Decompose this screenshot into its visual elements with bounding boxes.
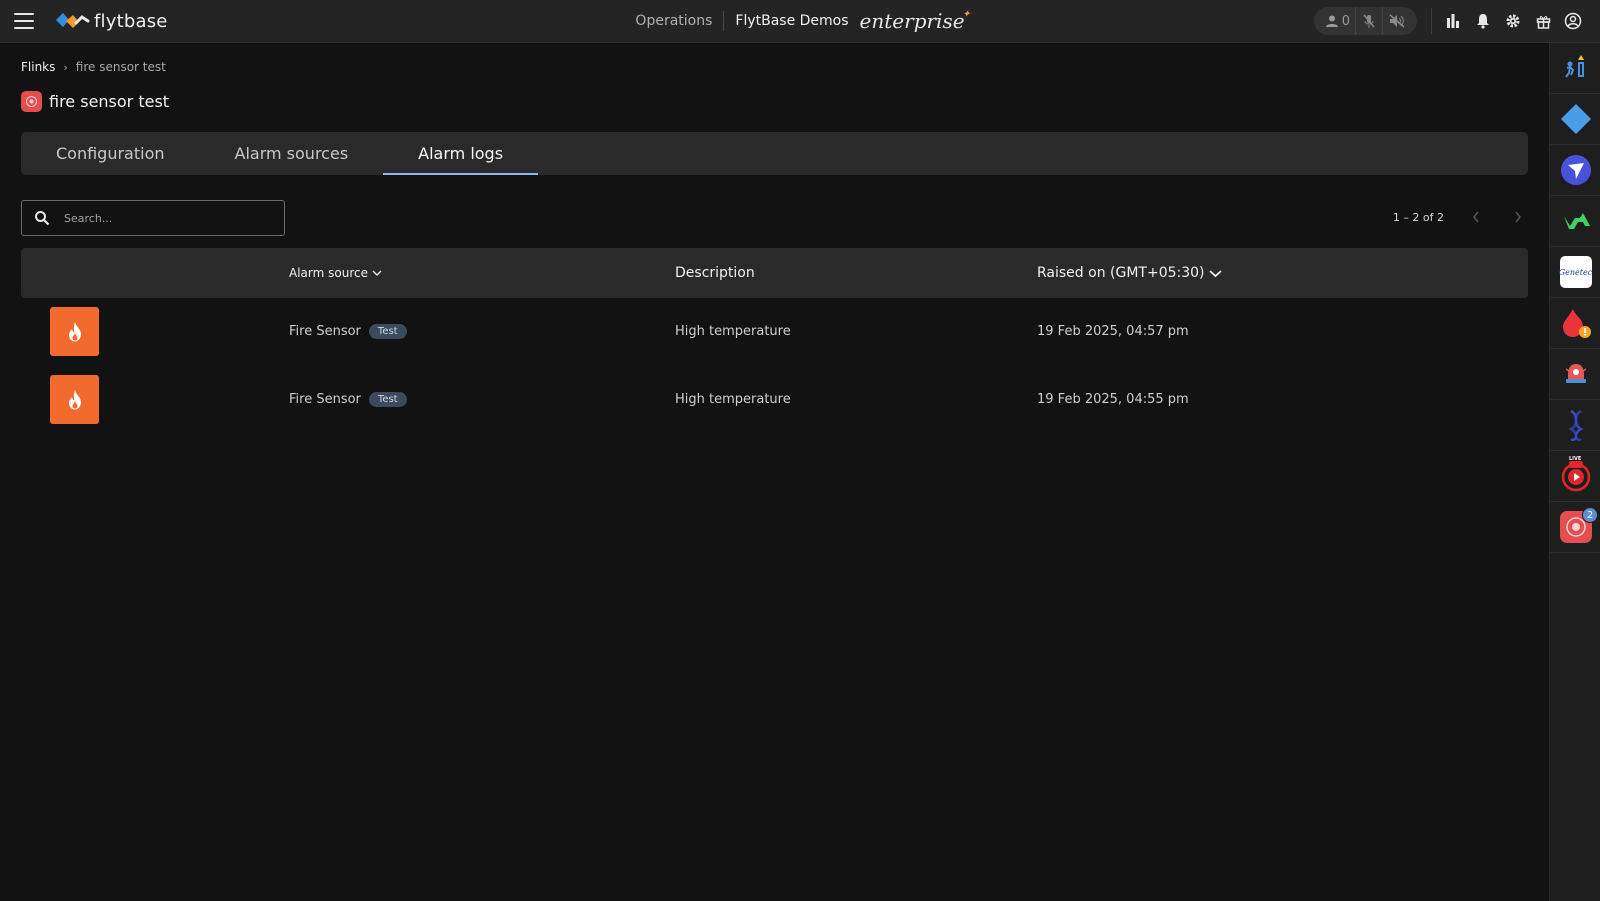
mic-off-icon [1363,14,1375,28]
tab-configuration[interactable]: Configuration [21,132,200,175]
search-icon [22,210,62,226]
column-label: Description [675,265,755,281]
next-page-button[interactable] [1508,206,1528,228]
column-alarm-source[interactable]: Alarm source [289,248,382,298]
rail-genetec-app[interactable]: Genetec [1550,247,1600,298]
table-row[interactable]: Fire Sensor Test High temperature 19 Feb… [21,367,1528,431]
chevron-right-icon: › [63,60,68,74]
alarm-source-cell: Fire Sensor Test [289,299,407,363]
tab-alarm-logs[interactable]: Alarm logs [383,132,538,175]
va-app-icon [1563,213,1590,229]
tab-alarm-sources[interactable]: Alarm sources [200,132,384,175]
active-users[interactable]: 0 [1320,7,1355,35]
search-input[interactable] [64,211,264,225]
speaker-toggle[interactable] [1382,7,1411,35]
rail-send-app[interactable] [1550,145,1600,196]
rail-person-alert[interactable] [1550,43,1600,94]
chevron-left-icon [1473,211,1479,223]
table-row[interactable]: Fire Sensor Test High temperature 19 Feb… [21,299,1528,363]
breadcrumb-root-link[interactable]: Flinks [21,60,55,74]
alarm-bell-app-icon [1565,364,1586,383]
menu-icon[interactable] [14,13,34,29]
diamond-app-icon [1560,104,1591,134]
logo-mark-icon [56,13,90,28]
rail-diamond-app[interactable] [1550,94,1600,145]
description-cell: High temperature [675,323,791,339]
top-actions: 0 [1313,6,1588,36]
description-cell: High temperature [675,391,791,407]
users-count: 0 [1341,13,1350,29]
breadcrumb: Flinks › fire sensor test [21,60,166,74]
live-label: LIVE [1569,456,1582,462]
fire-icon [50,375,99,424]
column-description: Description [675,248,755,298]
dna-app-icon [1568,409,1583,441]
user-icon [1325,15,1338,27]
rail-va-app[interactable] [1550,196,1600,247]
live-stream-app-icon [1561,461,1590,492]
person-alert-icon [1564,55,1584,78]
breadcrumb-current: fire sensor test [75,60,166,74]
rail-fire-sensor-app[interactable]: 2 [1550,502,1600,553]
raised-on-cell: 19 Feb 2025, 04:55 pm [1037,391,1189,407]
fire-sensor-icon [21,91,42,112]
send-app-icon [1560,155,1591,185]
column-raised-on[interactable]: Raised on (GMT+05:30) [1037,248,1222,298]
search-box [21,200,285,236]
column-label: Raised on (GMT+05:30) [1037,265,1205,281]
pagination-range: 1 – 2 of 2 [1392,210,1444,224]
table-header: Alarm source Description Raised on (GMT+… [21,248,1528,298]
bell-icon[interactable] [1468,6,1498,36]
fire-icon [50,307,99,356]
page-title: fire sensor test [49,92,170,111]
gear-icon[interactable] [1498,6,1528,36]
rail-fire-alert-app[interactable] [1550,298,1600,349]
tag-badge: Test [368,323,407,339]
fire-alert-app-icon [1562,309,1591,338]
flytbase-logo[interactable]: flytbase [54,9,168,33]
speaker-off-icon [1389,14,1405,28]
top-bar: flytbase Operations FlytBase Demos enter… [0,0,1600,43]
operations-link[interactable]: Operations [635,13,723,29]
spark-icon: ✦ [962,9,971,20]
tab-bar: Configuration Alarm sources Alarm logs [21,132,1528,175]
alarm-source-name: Fire Sensor [289,323,361,339]
analytics-icon[interactable] [1438,6,1468,36]
notification-count-badge: 2 [1582,507,1598,523]
gift-icon[interactable] [1528,6,1558,36]
logo-text: flytbase [94,10,168,32]
prev-page-button[interactable] [1466,206,1486,228]
chevron-down-icon [372,270,382,276]
column-label: Alarm source [289,266,368,280]
edition-text: enterprise [859,9,965,33]
divider [1431,8,1432,34]
org-name[interactable]: FlytBase Demos [724,13,859,29]
raised-on-cell: 19 Feb 2025, 04:57 pm [1037,323,1189,339]
rail-dna-app[interactable] [1550,400,1600,451]
tag-badge: Test [368,391,407,407]
chevron-right-icon [1515,211,1521,223]
alarm-source-name: Fire Sensor [289,391,361,407]
rail-alarm-bell-app[interactable] [1550,349,1600,400]
app-rail: Genetec LIVE 2 [1549,43,1600,901]
pagination: 1 – 2 of 2 [1393,206,1528,228]
call-status-pill: 0 [1313,7,1417,35]
alarm-source-cell: Fire Sensor Test [289,367,407,431]
edition-label: enterprise ✦ [859,9,971,33]
account-icon[interactable] [1558,6,1588,36]
chevron-down-icon [1208,269,1222,277]
mic-toggle[interactable] [1355,7,1382,35]
page-header: fire sensor test [21,91,169,112]
genetec-app-icon: Genetec [1559,256,1592,288]
rail-live-stream-app[interactable]: LIVE [1550,451,1600,502]
